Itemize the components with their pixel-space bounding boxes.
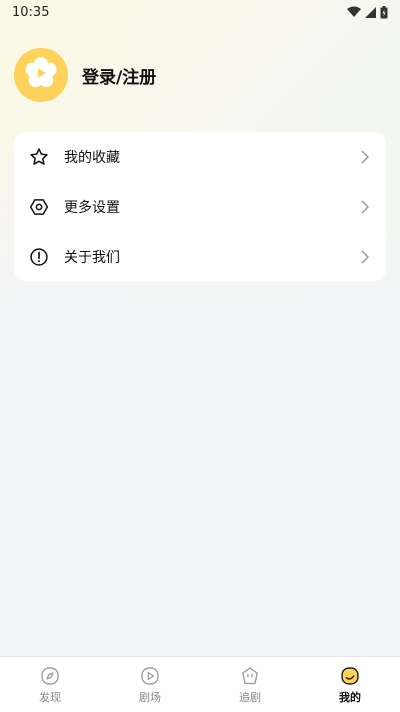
tab-label: 发现: [39, 690, 61, 704]
tab-discover[interactable]: 发现: [0, 657, 100, 712]
compass-icon: [39, 665, 61, 687]
battery-icon: [380, 5, 388, 19]
tab-follow[interactable]: 追剧: [200, 657, 300, 712]
bottom-tab-bar: 发现 剧场 追剧 我的: [0, 656, 400, 712]
menu-item-favorites[interactable]: 我的收藏: [14, 132, 386, 182]
play-icon: [139, 665, 161, 687]
menu-card: 我的收藏 更多设置 关于我们: [14, 132, 386, 281]
tab-theater[interactable]: 剧场: [100, 657, 200, 712]
login-register-link[interactable]: 登录/注册: [82, 63, 156, 88]
profile-icon: [339, 665, 361, 687]
profile-section[interactable]: 登录/注册: [14, 48, 156, 102]
avatar[interactable]: [14, 48, 68, 102]
status-bar: 10:35: [0, 0, 400, 24]
status-time: 10:35: [12, 4, 50, 20]
wifi-icon: [347, 6, 361, 18]
tab-label: 剧场: [139, 690, 161, 704]
chevron-right-icon: [358, 150, 372, 164]
chevron-right-icon: [358, 250, 372, 264]
chevron-right-icon: [358, 200, 372, 214]
status-icons: [347, 5, 388, 19]
follow-icon: [239, 665, 261, 687]
tab-label: 我的: [339, 690, 361, 704]
menu-item-about[interactable]: 关于我们: [14, 232, 386, 282]
flower-play-icon: [24, 56, 58, 94]
menu-item-label: 我的收藏: [64, 150, 120, 166]
star-icon: [28, 146, 50, 168]
settings-icon: [28, 196, 50, 218]
info-icon: [28, 246, 50, 268]
tab-mine[interactable]: 我的: [300, 657, 400, 712]
menu-item-settings[interactable]: 更多设置: [14, 182, 386, 232]
menu-item-label: 关于我们: [64, 250, 120, 266]
menu-item-label: 更多设置: [64, 200, 120, 216]
signal-icon: [365, 6, 376, 18]
tab-label: 追剧: [239, 690, 261, 704]
